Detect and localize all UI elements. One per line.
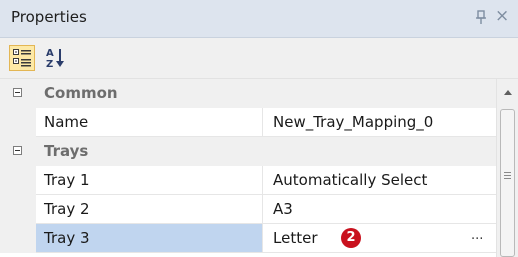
property-name: Name bbox=[44, 113, 89, 131]
property-name-cell[interactable]: Name bbox=[36, 108, 263, 137]
grip-line bbox=[504, 172, 511, 173]
property-row-tray-3[interactable]: Tray 3 Letter 2 ... bbox=[0, 224, 496, 253]
grip-line bbox=[504, 175, 511, 176]
property-value: New_Tray_Mapping_0 bbox=[273, 113, 434, 131]
property-row-tray-1[interactable]: Tray 1 Automatically Select bbox=[0, 166, 496, 195]
row-gutter bbox=[0, 166, 36, 195]
property-row-name[interactable]: Name New_Tray_Mapping_0 bbox=[0, 108, 496, 137]
property-value: A3 bbox=[273, 200, 293, 218]
categorized-view-button[interactable] bbox=[9, 45, 35, 71]
properties-panel: Properties × A Z Common Name New_Tray_Ma… bbox=[0, 0, 518, 257]
ellipsis-button[interactable]: ... bbox=[471, 228, 483, 243]
scroll-up-arrow-icon[interactable] bbox=[504, 90, 512, 95]
property-name: Tray 3 bbox=[44, 229, 90, 247]
property-value: Automatically Select bbox=[273, 171, 428, 189]
row-gutter bbox=[0, 224, 36, 253]
property-name-cell[interactable]: Tray 2 bbox=[36, 195, 263, 224]
sort-alphabetical-icon[interactable]: A Z bbox=[44, 46, 68, 70]
property-value-cell[interactable]: Letter 2 ... bbox=[263, 224, 496, 253]
property-value-cell[interactable]: Automatically Select bbox=[263, 166, 496, 195]
collapse-icon[interactable] bbox=[13, 88, 22, 97]
panel-title: Properties bbox=[11, 8, 87, 26]
property-name-cell[interactable]: Tray 3 bbox=[36, 224, 263, 253]
scroll-thumb[interactable] bbox=[500, 109, 515, 257]
property-name-cell[interactable]: Tray 1 bbox=[36, 166, 263, 195]
category-label: Common bbox=[44, 84, 118, 102]
vertical-scrollbar[interactable] bbox=[496, 79, 518, 257]
row-gutter bbox=[0, 108, 36, 137]
collapse-icon[interactable] bbox=[13, 146, 22, 155]
pin-icon[interactable] bbox=[474, 10, 488, 26]
property-row-tray-2[interactable]: Tray 2 A3 bbox=[0, 195, 496, 224]
categorized-view-icon bbox=[13, 49, 31, 67]
category-label: Trays bbox=[44, 142, 89, 160]
svg-text:Z: Z bbox=[46, 59, 53, 70]
svg-text:A: A bbox=[46, 48, 54, 59]
close-icon[interactable]: × bbox=[495, 6, 509, 26]
category-row-trays[interactable]: Trays bbox=[0, 137, 496, 166]
properties-toolbar: A Z bbox=[0, 38, 518, 79]
property-value: Letter bbox=[273, 229, 318, 247]
category-row-common[interactable]: Common bbox=[0, 79, 496, 108]
property-value-cell[interactable]: New_Tray_Mapping_0 bbox=[263, 108, 496, 137]
property-grid: Common Name New_Tray_Mapping_0 Trays Tra… bbox=[0, 79, 496, 257]
row-gutter bbox=[0, 195, 36, 224]
panel-titlebar: Properties × bbox=[0, 0, 518, 38]
property-name: Tray 1 bbox=[44, 171, 90, 189]
property-name: Tray 2 bbox=[44, 200, 90, 218]
grip-line bbox=[504, 178, 511, 179]
callout-badge: 2 bbox=[341, 228, 361, 248]
property-value-cell[interactable]: A3 bbox=[263, 195, 496, 224]
